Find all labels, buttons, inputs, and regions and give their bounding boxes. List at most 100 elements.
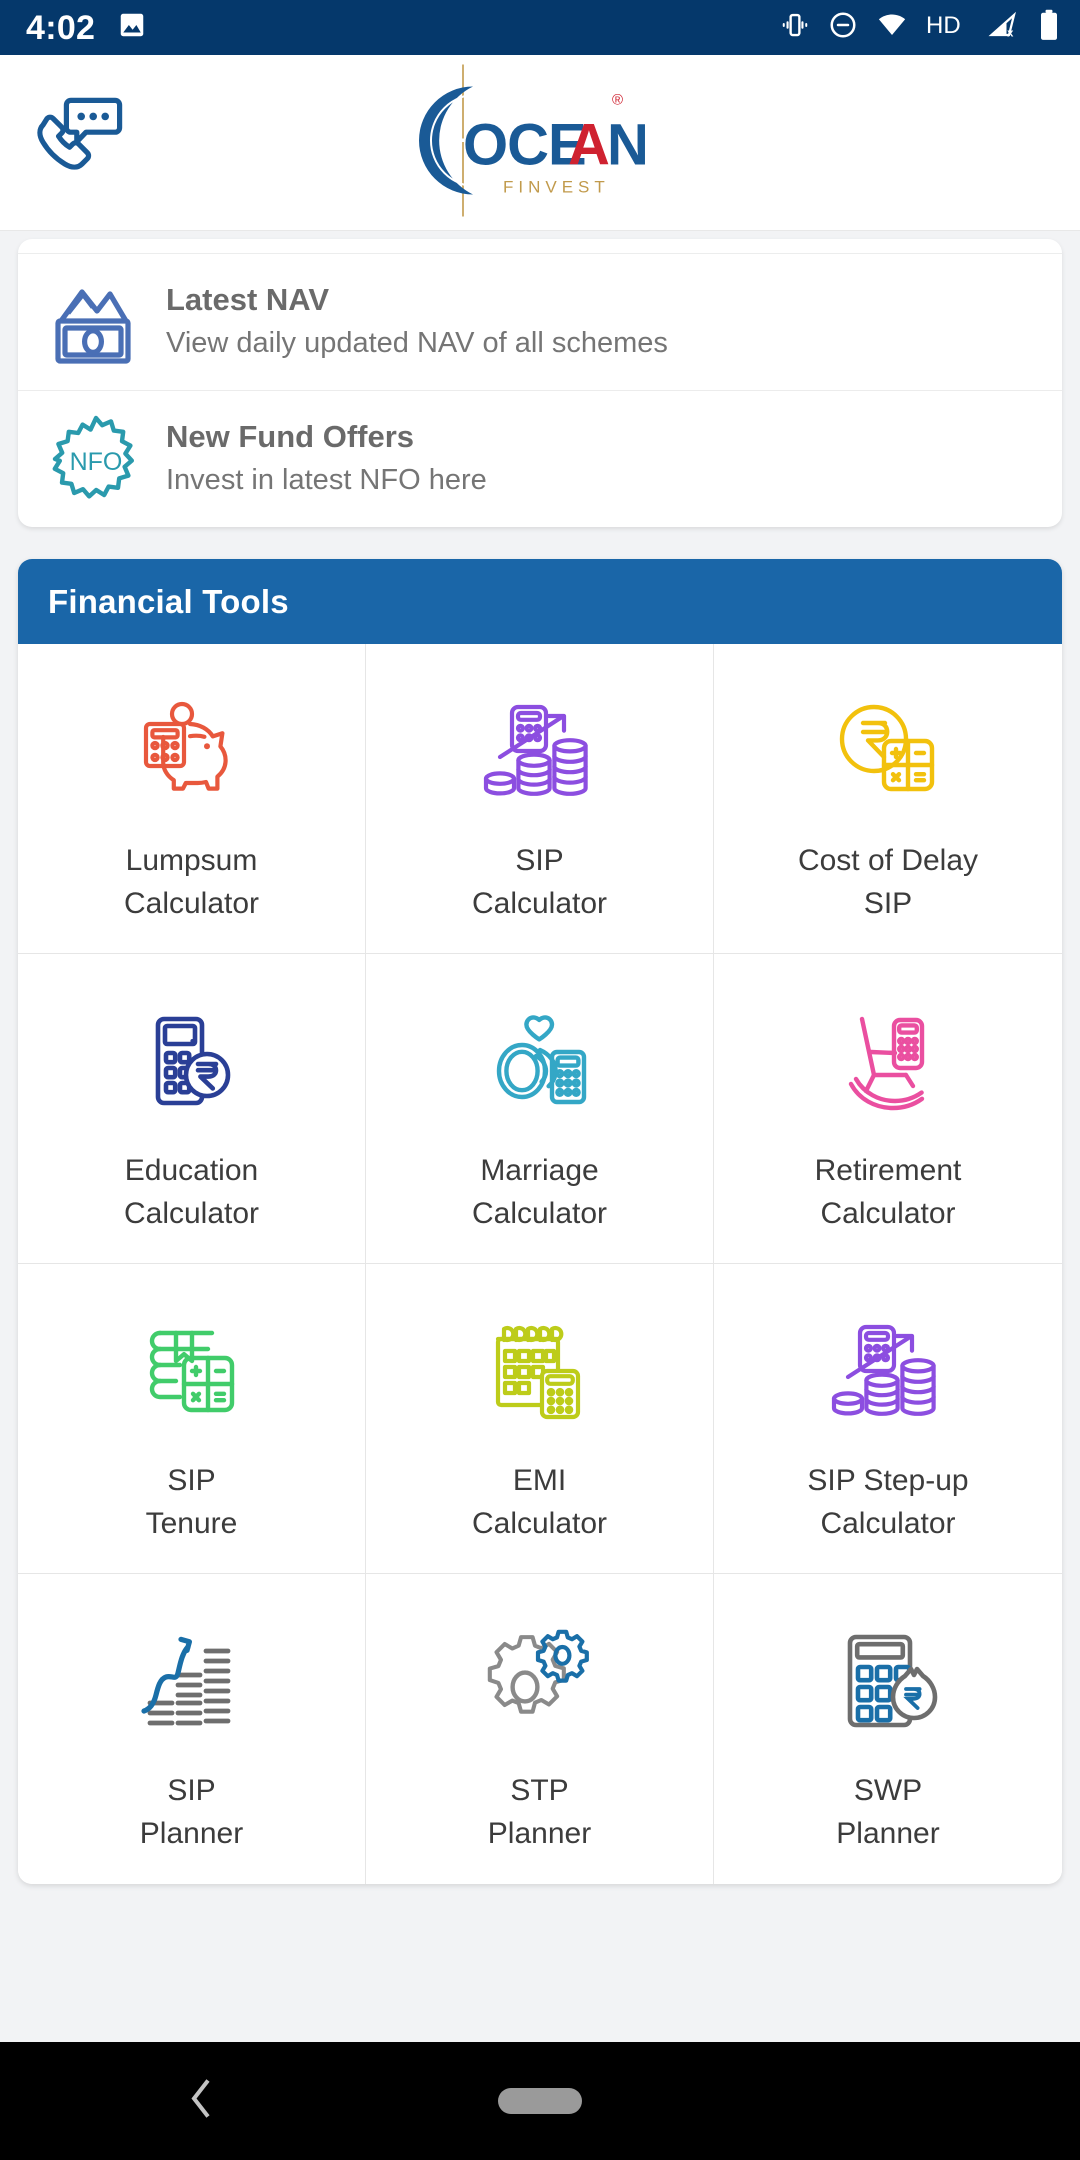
financial-tools-header: Financial Tools bbox=[18, 559, 1062, 644]
quick-link-new-fund-offers[interactable]: NFO New Fund Offers Invest in latest NFO… bbox=[18, 390, 1062, 527]
phone-chat-icon[interactable] bbox=[32, 94, 128, 191]
svg-text:®: ® bbox=[612, 91, 623, 108]
calendar-calculator-icon bbox=[480, 1308, 600, 1438]
piggy-bank-calculator-icon bbox=[132, 688, 252, 818]
tool-label: SIP Planner bbox=[132, 1770, 251, 1855]
tool-label-line2: Calculator bbox=[471, 1506, 608, 1540]
quick-link-text: New Fund Offers Invest in latest NFO her… bbox=[166, 418, 487, 499]
svg-text:HD: HD bbox=[926, 12, 961, 39]
quick-link-title: New Fund Offers bbox=[166, 419, 415, 455]
tool-cost-of-delay-sip[interactable]: Cost of Delay SIP bbox=[714, 644, 1062, 954]
tool-label: SIP Calculator bbox=[464, 840, 615, 925]
tool-label-line2: Planner bbox=[487, 1816, 592, 1850]
do-not-disturb-icon bbox=[828, 10, 858, 45]
svg-text:A: A bbox=[568, 112, 610, 177]
rocking-chair-icon bbox=[828, 998, 948, 1128]
status-bar-right-icons: HD x bbox=[780, 9, 1060, 46]
tool-education-calculator[interactable]: Education Calculator bbox=[18, 954, 366, 1264]
status-bar-clock: 4:02 bbox=[26, 8, 96, 47]
tool-swp-planner[interactable]: SWP Planner bbox=[714, 1574, 1062, 1884]
tool-label-line1: STP bbox=[510, 1774, 569, 1807]
tool-label-line1: SIP bbox=[515, 844, 564, 877]
content-scroll-area[interactable]: Latest NAV View daily updated NAV of all… bbox=[0, 231, 1080, 2042]
tool-label: Marriage Calculator bbox=[464, 1150, 615, 1235]
tool-sip-planner[interactable]: SIP Planner bbox=[18, 1574, 366, 1884]
tool-lumpsum-calculator[interactable]: Lumpsum Calculator bbox=[18, 644, 366, 954]
tool-label: SWP Planner bbox=[828, 1770, 947, 1855]
quick-link-title: Latest NAV bbox=[166, 282, 330, 318]
tool-label-line1: Marriage bbox=[480, 1154, 599, 1187]
tool-label: EMI Calculator bbox=[464, 1460, 615, 1545]
tool-label-line1: Cost of Delay bbox=[797, 844, 979, 877]
tool-stp-planner[interactable]: STP Planner bbox=[366, 1574, 714, 1884]
tool-label-line2: Calculator bbox=[820, 1506, 956, 1540]
book-calculator-icon bbox=[132, 1308, 252, 1438]
svg-text:NFO: NFO bbox=[70, 448, 123, 476]
quick-link-subtitle: Invest in latest NFO here bbox=[166, 464, 487, 497]
app-root: 4:02 HD x OCE A N ® FINVEST Latest NAV V… bbox=[0, 0, 1080, 2160]
quick-link-latest-nav[interactable]: Latest NAV View daily updated NAV of all… bbox=[18, 254, 1062, 390]
growth-bars-icon bbox=[132, 1618, 252, 1748]
tool-sip-calculator[interactable]: SIP Calculator bbox=[366, 644, 714, 954]
tool-label-line1: EMI bbox=[512, 1464, 567, 1497]
tool-label: Cost of Delay SIP bbox=[790, 840, 986, 925]
financial-tools-title: Financial Tools bbox=[48, 583, 289, 620]
svg-text:x: x bbox=[1007, 27, 1014, 39]
svg-text:N: N bbox=[607, 112, 649, 177]
tool-label: Lumpsum Calculator bbox=[116, 840, 267, 925]
tool-label: Retirement Calculator bbox=[807, 1150, 970, 1235]
tool-label-line2: Calculator bbox=[123, 886, 260, 920]
image-icon bbox=[117, 10, 147, 45]
tool-label: Education Calculator bbox=[116, 1150, 267, 1235]
tool-label-line1: SIP bbox=[167, 1774, 216, 1807]
back-chevron-icon[interactable] bbox=[186, 2077, 216, 2126]
tool-label-line2: SIP bbox=[863, 886, 913, 920]
cellular-off-icon: x bbox=[988, 10, 1020, 45]
tool-marriage-calculator[interactable]: Marriage Calculator bbox=[366, 954, 714, 1264]
stepup-coins-icon bbox=[828, 1308, 948, 1438]
tool-label-line1: SIP Step-up bbox=[807, 1464, 969, 1497]
vibrate-icon bbox=[780, 10, 810, 45]
hd-icon: HD bbox=[926, 10, 970, 45]
tool-label: SIP Step-up Calculator bbox=[799, 1460, 976, 1545]
quick-link-subtitle: View daily updated NAV of all schemes bbox=[166, 327, 668, 360]
tool-sip-stepup-calculator[interactable]: SIP Step-up Calculator bbox=[714, 1264, 1062, 1574]
education-calculator-icon bbox=[132, 998, 252, 1128]
tool-label-line2: Planner bbox=[836, 1816, 940, 1850]
battery-icon bbox=[1038, 9, 1060, 46]
quick-links-card: Latest NAV View daily updated NAV of all… bbox=[18, 239, 1062, 527]
tool-label-line2: Calculator bbox=[471, 886, 608, 920]
tool-label-line2: Tenure bbox=[145, 1506, 238, 1540]
status-bar-left-icons bbox=[117, 10, 147, 45]
financial-tools-card: Financial Tools Lumpsum Calculator SIP C… bbox=[18, 559, 1062, 1884]
financial-tools-grid: Lumpsum Calculator SIP Calculator Cost o… bbox=[18, 644, 1062, 1884]
tool-label: STP Planner bbox=[480, 1770, 599, 1855]
tool-label: SIP Tenure bbox=[138, 1460, 246, 1545]
quick-link-text: Latest NAV View daily updated NAV of all… bbox=[166, 281, 668, 362]
tool-label-line1: Lumpsum bbox=[125, 844, 258, 877]
tool-label-line2: Calculator bbox=[123, 1196, 260, 1230]
tool-label-line1: Education bbox=[124, 1154, 259, 1187]
tool-label-line2: Planner bbox=[139, 1816, 244, 1850]
marriage-rings-icon bbox=[480, 998, 600, 1128]
android-navigation-bar bbox=[0, 2042, 1080, 2160]
tool-label-line2: Calculator bbox=[471, 1196, 608, 1230]
wifi-icon bbox=[876, 10, 908, 45]
tool-emi-calculator[interactable]: EMI Calculator bbox=[366, 1264, 714, 1574]
calculator-moneybag-icon bbox=[828, 1618, 948, 1748]
tool-sip-tenure[interactable]: SIP Tenure bbox=[18, 1264, 366, 1574]
nfo-badge-icon: NFO bbox=[44, 413, 148, 505]
gears-icon bbox=[480, 1618, 600, 1748]
tool-label-line1: SWP bbox=[853, 1774, 923, 1807]
home-pill-icon[interactable] bbox=[498, 2088, 582, 2114]
svg-text:FINVEST: FINVEST bbox=[503, 177, 610, 196]
tool-retirement-calculator[interactable]: Retirement Calculator bbox=[714, 954, 1062, 1264]
rupee-coin-calculator-icon bbox=[828, 688, 948, 818]
scrolled-card-edge bbox=[18, 239, 1062, 254]
ocean-finvest-logo: OCE A N ® FINVEST bbox=[415, 60, 665, 225]
sip-coins-growth-icon bbox=[480, 688, 600, 818]
status-bar: 4:02 HD x bbox=[0, 0, 1080, 55]
cash-notes-icon bbox=[44, 276, 148, 368]
tool-label-line1: SIP bbox=[167, 1464, 216, 1497]
tool-label-line1: Retirement bbox=[814, 1154, 962, 1187]
